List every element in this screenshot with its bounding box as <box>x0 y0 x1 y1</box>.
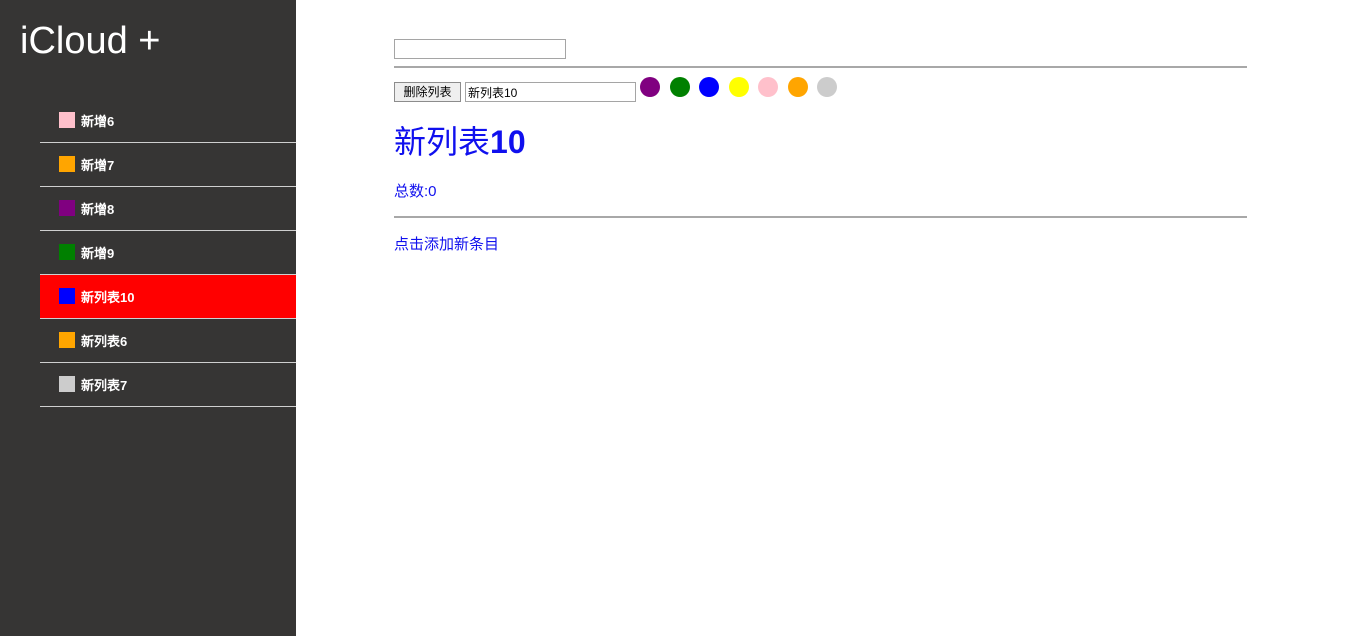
sidebar-item-label: 新列表10 <box>81 290 135 305</box>
list-color-swatch <box>59 376 75 392</box>
sidebar-item-label: 新增9 <box>81 246 115 261</box>
sidebar-item-list[interactable]: 新增7 <box>40 143 296 187</box>
list-title-number: 10 <box>490 124 526 160</box>
color-option-orange[interactable] <box>788 77 808 97</box>
list-title-name: 新列表 <box>394 123 491 161</box>
sidebar-item-list[interactable]: 新列表7 <box>40 363 296 407</box>
list-color-swatch <box>59 156 75 172</box>
color-option-lightgray[interactable] <box>817 77 837 97</box>
list-toolbar: 删除列表 <box>394 77 1247 103</box>
list-color-swatch <box>59 332 75 348</box>
list-name-input[interactable] <box>465 82 636 102</box>
list-title: 新列表10 <box>394 122 526 162</box>
sidebar-item-label: 新增7 <box>81 158 115 173</box>
list-color-swatch <box>59 288 75 304</box>
sidebar-item-list[interactable]: 新增6 <box>40 99 296 143</box>
sidebar-item-list[interactable]: 新列表10 <box>40 275 296 319</box>
list-menu: 新增6 新增7 新增8 新增9 新列表10 新列表6 新列表7 <box>40 99 296 407</box>
sidebar-item-label: 新列表6 <box>81 334 128 349</box>
list-color-swatch <box>59 244 75 260</box>
delete-list-button[interactable]: 删除列表 <box>394 82 461 102</box>
sidebar-item-list[interactable]: 新增9 <box>40 231 296 275</box>
color-option-pink[interactable] <box>758 77 778 97</box>
sidebar-item-label: 新增6 <box>81 114 115 129</box>
main-panel: 删除列表 新列表10 总数:0 点击添加新条目 <box>394 0 1247 636</box>
item-count: 总数:0 <box>394 183 437 200</box>
divider <box>394 216 1247 218</box>
sidebar-item-list[interactable]: 新增8 <box>40 187 296 231</box>
sidebar-item-list[interactable]: 新列表6 <box>40 319 296 363</box>
color-option-blue[interactable] <box>699 77 719 97</box>
sidebar-item-label: 新增8 <box>81 202 115 217</box>
list-color-swatch <box>59 200 75 216</box>
sidebar: iCloud + 新增6 新增7 新增8 新增9 新列表10 新列表6 新列表7 <box>0 0 296 636</box>
list-color-swatch <box>59 112 75 128</box>
color-option-purple[interactable] <box>640 77 660 97</box>
search-input[interactable] <box>394 39 566 59</box>
add-item-link[interactable]: 点击添加新条目 <box>394 236 499 254</box>
sidebar-item-label: 新列表7 <box>81 378 128 393</box>
divider <box>394 66 1247 68</box>
app-title: iCloud + <box>20 20 161 62</box>
color-option-green[interactable] <box>670 77 690 97</box>
color-option-yellow[interactable] <box>729 77 749 97</box>
